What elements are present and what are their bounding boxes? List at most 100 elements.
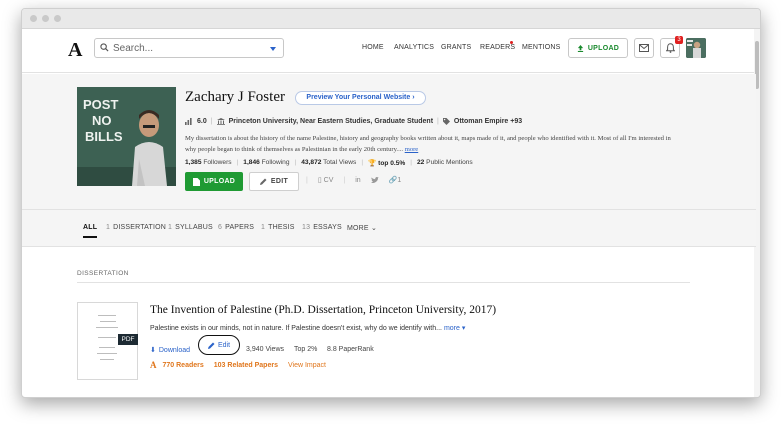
search-placeholder: Search...	[113, 43, 154, 54]
tab-papers[interactable]: 6 PAPERS	[218, 224, 254, 231]
document-icon	[192, 177, 200, 186]
pdf-badge: PDF	[118, 334, 138, 345]
messages-button[interactable]	[634, 38, 654, 58]
document-download: ⬇ Download	[150, 346, 191, 355]
search-dropdown-icon[interactable]	[270, 47, 276, 51]
view-impact-link[interactable]: View Impact	[288, 362, 326, 369]
description-more-link[interactable]: more ▾	[444, 325, 465, 332]
tab-more[interactable]: MORE ⌄	[347, 224, 377, 232]
bar-chart-icon	[185, 118, 192, 125]
top-percent-stat: 🏆 top 0.5%	[368, 159, 405, 167]
tab-syllabus-count: 1	[168, 224, 173, 231]
following-count: 1,846	[243, 159, 260, 166]
share-count: 1	[397, 177, 402, 184]
following-label: Following	[261, 159, 290, 166]
document-readers[interactable]: 770 Readers	[163, 362, 204, 369]
twitter-icon[interactable]	[370, 176, 379, 184]
description-more-label: more	[443, 325, 460, 332]
search-icon	[100, 43, 109, 52]
tab-essays[interactable]: 13 ESSAYS	[302, 224, 342, 231]
tab-dissertation-label: DISSERTATION	[113, 224, 167, 231]
download-button[interactable]: ⬇ Download	[150, 346, 191, 355]
thumb-line	[97, 353, 117, 354]
readers-icon: A	[150, 360, 157, 370]
affiliation-link[interactable]: Princeton University, Near Eastern Studi…	[229, 118, 433, 125]
trophy-icon: 🏆	[368, 160, 377, 167]
following-stat[interactable]: 1,846 Following	[243, 159, 289, 167]
document-metrics: A 770 Readers 103 Related Papers View Im…	[150, 360, 326, 370]
tab-papers-count: 6	[218, 224, 223, 231]
avatar-image	[686, 38, 706, 58]
pencil-icon	[259, 178, 267, 185]
photo-text-line-3: BILLS	[85, 129, 123, 144]
document-paperrank: 8.8 PaperRank	[327, 346, 374, 353]
document-top-percent: Top 2%	[294, 346, 318, 353]
followers-label: Followers	[203, 159, 232, 166]
photo-text-line-2: NO	[92, 113, 112, 128]
thumb-line	[96, 327, 118, 328]
mentions-count: 22	[416, 159, 425, 166]
tag-icon	[442, 118, 450, 125]
tab-thesis[interactable]: 1 THESIS	[261, 224, 295, 231]
actions-separator: |	[343, 176, 346, 184]
profile-meta: 6.0 | Princeton University, Near Eastern…	[185, 118, 522, 125]
academia-logo[interactable]: A	[68, 39, 82, 62]
thumb-line	[98, 315, 116, 316]
photo-text-line-1: POST	[83, 97, 118, 112]
download-label: Download	[158, 346, 191, 354]
views-count: 43,872	[301, 159, 322, 166]
top-percent-label: top 0.5%	[378, 160, 406, 167]
tab-dissertation-count: 1	[106, 224, 111, 231]
cv-link[interactable]: ▯ CV	[318, 176, 334, 184]
nav-analytics-link[interactable]: ANALYTICS	[394, 44, 434, 51]
share-link[interactable]: 🔗1	[389, 176, 402, 184]
followers-stat[interactable]: 1,385 Followers	[185, 159, 232, 167]
readers-notification-dot	[510, 41, 513, 44]
nav-readers-link[interactable]: READERS	[480, 44, 515, 51]
linkedin-icon[interactable]: in	[355, 177, 360, 184]
notifications-count-badge: 3	[675, 36, 683, 44]
preview-website-label: Preview Your Personal Website	[306, 94, 411, 101]
mentions-stat[interactable]: 22 Public Mentions	[417, 159, 473, 167]
section-divider	[77, 282, 690, 283]
document-title[interactable]: The Invention of Palestine (Ph.D. Disser…	[150, 304, 496, 316]
profile-upload-button[interactable]: UPLOAD	[185, 172, 243, 191]
nav-mentions-link[interactable]: MENTIONS	[522, 44, 561, 51]
profile-edit-button[interactable]: EDIT	[249, 172, 299, 191]
user-avatar[interactable]	[686, 38, 706, 58]
views-stat[interactable]: 43,872 Total Views	[301, 159, 356, 167]
preview-website-button[interactable]: Preview Your Personal Website ›	[295, 91, 426, 105]
tab-syllabus[interactable]: 1 SYLLABUS	[168, 224, 213, 231]
profile-secondary-actions: | ▯ CV | in 🔗1	[306, 176, 402, 185]
stats-separator: |	[294, 159, 297, 166]
bio-more-link[interactable]: more	[405, 146, 419, 153]
stats-separator: |	[410, 159, 412, 166]
pencil-icon	[207, 342, 215, 349]
nav-upload-button[interactable]: UPLOAD	[568, 38, 628, 58]
thumb-line	[100, 321, 116, 322]
search-input[interactable]: Search...	[94, 38, 284, 58]
document-edit-label: Edit	[217, 341, 231, 349]
research-interests-link[interactable]: Ottoman Empire +93	[454, 118, 522, 125]
profile-photo: POST NO BILLS	[77, 87, 176, 186]
nav-grants-link[interactable]: GRANTS	[441, 44, 471, 51]
section-heading: DISSERTATION	[77, 270, 129, 277]
minimize-window-button[interactable]	[42, 15, 49, 22]
nav-upload-label: UPLOAD	[587, 44, 620, 52]
profile-edit-label: EDIT	[270, 178, 289, 185]
document-related-label: 103 Related Papers	[213, 361, 278, 369]
meta-separator: |	[437, 118, 439, 125]
maximize-window-button[interactable]	[54, 15, 61, 22]
profile-name: Zachary J Foster	[185, 89, 285, 105]
tab-dissertation[interactable]: 1 DISSERTATION	[106, 224, 166, 231]
author-score: 6.0	[197, 118, 207, 125]
chevron-down-icon: ⌄	[370, 225, 378, 232]
document-related[interactable]: 103 Related Papers	[214, 362, 278, 369]
upload-icon	[577, 44, 583, 52]
thumb-line	[100, 359, 114, 360]
tab-essays-label: ESSAYS	[313, 224, 342, 231]
nav-home-link[interactable]: HOME	[362, 44, 384, 51]
close-window-button[interactable]	[30, 15, 37, 22]
tab-all[interactable]: ALL	[83, 224, 98, 238]
document-edit-button[interactable]: Edit	[198, 335, 240, 355]
